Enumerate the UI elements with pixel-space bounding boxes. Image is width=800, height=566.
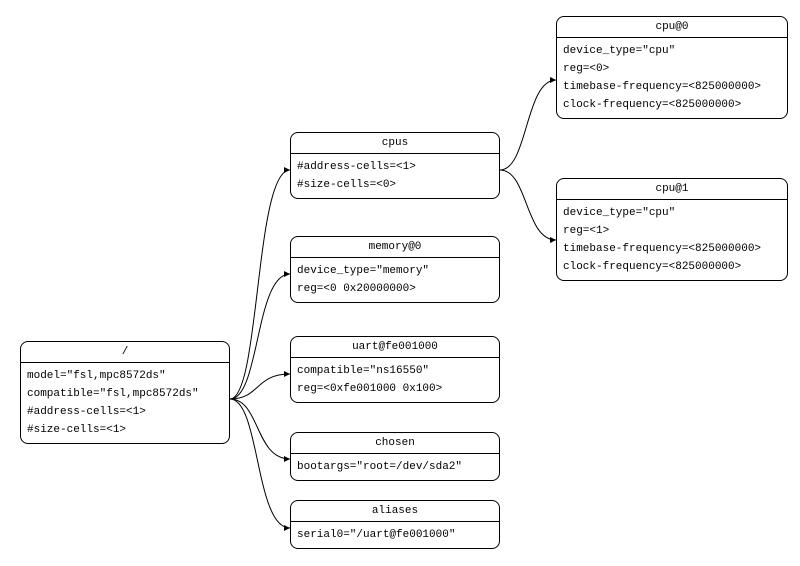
node-cpu1-body: device_type="cpu" reg=<1> timebase-frequ… <box>557 200 787 280</box>
prop-uart-reg: reg=<0xfe001000 0x100> <box>297 380 493 398</box>
node-aliases-title: aliases <box>291 501 499 522</box>
prop-aliases-serial0: serial0="/uart@fe001000" <box>297 526 493 544</box>
node-chosen-body: bootargs="root=/dev/sda2" <box>291 454 499 480</box>
node-cpus-body: #address-cells=<1> #size-cells=<0> <box>291 154 499 198</box>
prop-cpu1-device-type: device_type="cpu" <box>563 204 781 222</box>
prop-cpus-address-cells: #address-cells=<1> <box>297 158 493 176</box>
prop-memory-reg: reg=<0 0x20000000> <box>297 280 493 298</box>
node-root-body: model="fsl,mpc8572ds" compatible="fsl,mp… <box>21 363 229 443</box>
prop-size-cells: #size-cells=<1> <box>27 421 223 439</box>
node-aliases: aliases serial0="/uart@fe001000" <box>290 500 500 549</box>
node-cpu1-title: cpu@1 <box>557 179 787 200</box>
node-memory-title: memory@0 <box>291 237 499 258</box>
prop-memory-device-type: device_type="memory" <box>297 262 493 280</box>
node-cpu0-title: cpu@0 <box>557 17 787 38</box>
node-cpu0: cpu@0 device_type="cpu" reg=<0> timebase… <box>556 16 788 119</box>
prop-cpu1-reg: reg=<1> <box>563 222 781 240</box>
prop-compatible: compatible="fsl,mpc8572ds" <box>27 385 223 403</box>
prop-cpu1-timebase: timebase-frequency=<825000000> <box>563 240 781 258</box>
prop-cpu0-timebase: timebase-frequency=<825000000> <box>563 78 781 96</box>
prop-uart-compatible: compatible="ns16550" <box>297 362 493 380</box>
node-uart-title: uart@fe001000 <box>291 337 499 358</box>
node-memory-body: device_type="memory" reg=<0 0x20000000> <box>291 258 499 302</box>
prop-cpu0-clock: clock-frequency=<825000000> <box>563 96 781 114</box>
node-cpus-title: cpus <box>291 133 499 154</box>
prop-cpus-size-cells: #size-cells=<0> <box>297 176 493 194</box>
prop-cpu1-clock: clock-frequency=<825000000> <box>563 258 781 276</box>
node-cpu0-body: device_type="cpu" reg=<0> timebase-frequ… <box>557 38 787 118</box>
prop-chosen-bootargs: bootargs="root=/dev/sda2" <box>297 458 493 476</box>
prop-cpu0-reg: reg=<0> <box>563 60 781 78</box>
node-root: / model="fsl,mpc8572ds" compatible="fsl,… <box>20 341 230 444</box>
node-memory: memory@0 device_type="memory" reg=<0 0x2… <box>290 236 500 303</box>
node-uart-body: compatible="ns16550" reg=<0xfe001000 0x1… <box>291 358 499 402</box>
prop-model: model="fsl,mpc8572ds" <box>27 367 223 385</box>
node-chosen: chosen bootargs="root=/dev/sda2" <box>290 432 500 481</box>
node-root-title: / <box>21 342 229 363</box>
prop-address-cells: #address-cells=<1> <box>27 403 223 421</box>
node-uart: uart@fe001000 compatible="ns16550" reg=<… <box>290 336 500 403</box>
node-chosen-title: chosen <box>291 433 499 454</box>
node-aliases-body: serial0="/uart@fe001000" <box>291 522 499 548</box>
node-cpu1: cpu@1 device_type="cpu" reg=<1> timebase… <box>556 178 788 281</box>
prop-cpu0-device-type: device_type="cpu" <box>563 42 781 60</box>
node-cpus: cpus #address-cells=<1> #size-cells=<0> <box>290 132 500 199</box>
